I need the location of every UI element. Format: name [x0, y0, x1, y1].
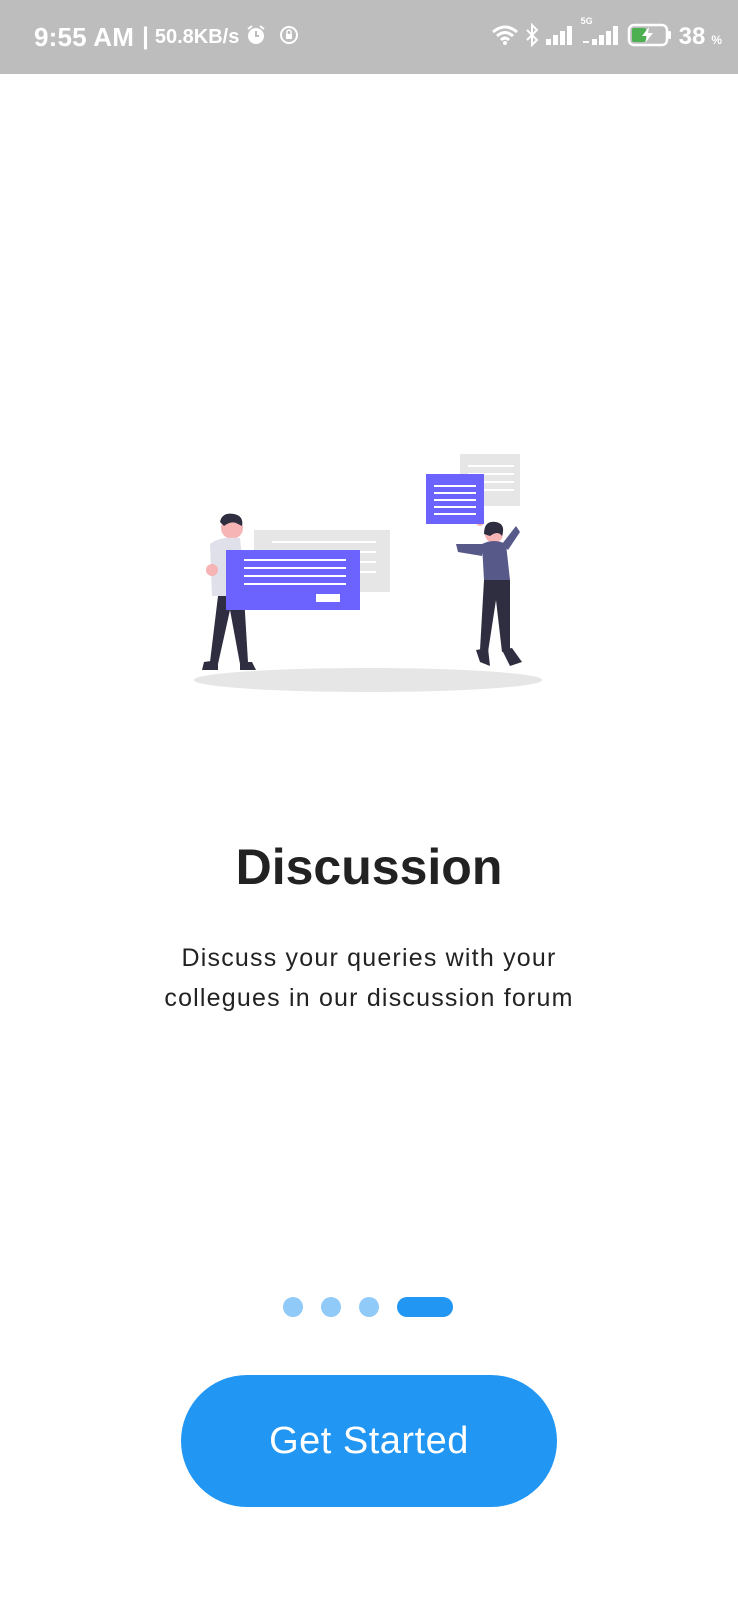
- status-bar: 9:55 AM | 50.8KB/s 5G 38 %: [0, 0, 738, 74]
- alarm-icon: [245, 24, 267, 51]
- battery-unit: %: [711, 33, 722, 47]
- wifi-icon: [491, 24, 519, 51]
- network-speed: 50.8KB/s: [154, 25, 240, 48]
- status-right: 5G 38 %: [491, 16, 722, 53]
- onboarding-title: Discussion: [235, 839, 503, 895]
- discussion-illustration: [180, 440, 560, 700]
- get-started-button[interactable]: Get Started: [181, 1375, 557, 1507]
- network-type-label: 5G: [580, 15, 593, 26]
- onboarding-description: Discuss your queries with your collegues…: [164, 944, 574, 1012]
- page-dot-3[interactable]: [359, 1297, 379, 1317]
- vpn-icon: [279, 25, 299, 50]
- status-separator: |: [142, 23, 149, 50]
- woman-figure: [456, 518, 522, 666]
- signal-5g-icon: 5G: [581, 16, 621, 51]
- signal-icon: [545, 24, 575, 51]
- page-dot-4-active[interactable]: [397, 1297, 453, 1317]
- page-indicator: [283, 1297, 453, 1317]
- battery-charging-icon: [627, 22, 673, 53]
- page-dot-1[interactable]: [283, 1297, 303, 1317]
- page-dot-2[interactable]: [321, 1297, 341, 1317]
- battery-level: 38: [678, 23, 706, 50]
- floor-shadow: [194, 668, 542, 692]
- status-time: 9:55 AM: [34, 21, 135, 52]
- bluetooth-icon: [525, 22, 539, 52]
- status-left: 9:55 AM | 50.8KB/s: [34, 22, 299, 53]
